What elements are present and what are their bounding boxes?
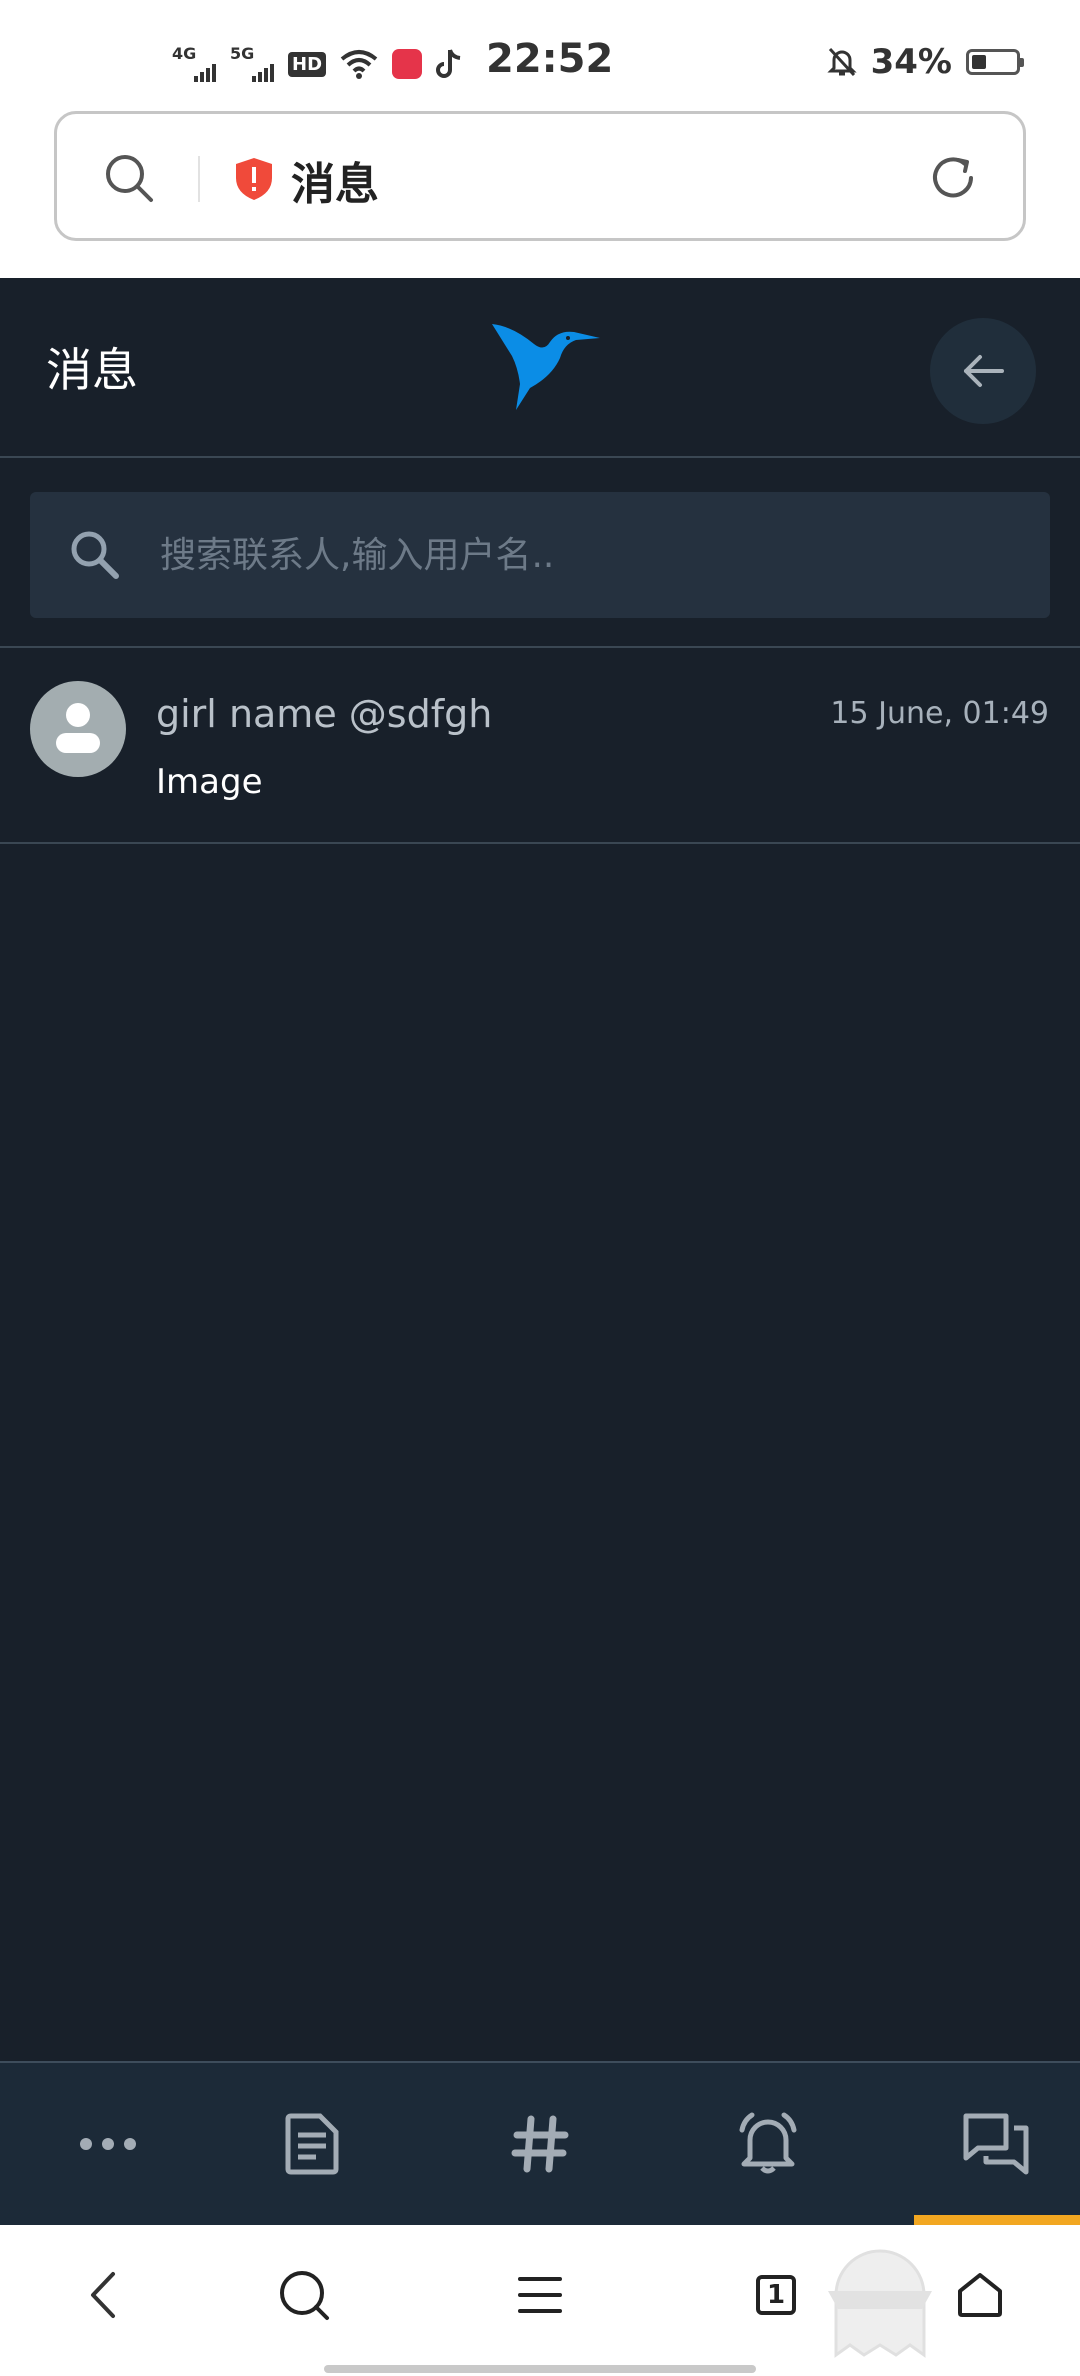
browser-tabs-button[interactable]: 1 xyxy=(736,2255,816,2335)
nav-messages[interactable] xyxy=(888,2063,1080,2225)
hashtag-icon xyxy=(511,2115,569,2173)
url-title[interactable]: 消息 xyxy=(291,148,379,212)
document-icon xyxy=(285,2113,339,2175)
silent-bell-icon xyxy=(826,47,857,77)
incognito-ghost-icon xyxy=(828,2249,932,2358)
contact-search[interactable] xyxy=(30,492,1050,618)
home-indicator[interactable] xyxy=(324,2365,756,2373)
security-shield-icon[interactable] xyxy=(233,156,275,202)
conversation-last-message: Image xyxy=(156,762,263,802)
menu-icon xyxy=(518,2277,562,2313)
signal-4g-icon: 4G xyxy=(172,44,216,84)
avatar[interactable] xyxy=(30,681,126,777)
search-icon xyxy=(280,2271,329,2320)
back-button[interactable] xyxy=(930,318,1036,424)
reload-icon[interactable] xyxy=(927,152,979,204)
search-icon[interactable] xyxy=(103,152,155,204)
battery-percent: 34% xyxy=(870,42,952,82)
url-divider xyxy=(198,156,200,202)
browser-bottom-toolbar: 1 xyxy=(0,2225,1080,2376)
status-icons-left: 4G 5G HD xyxy=(172,38,464,90)
app-notification-icon xyxy=(392,49,423,79)
clock: 22:52 xyxy=(486,36,614,82)
status-icons-right: 34% xyxy=(826,42,1024,82)
arrow-left-icon xyxy=(964,355,1004,387)
signal-5g-icon: 5G xyxy=(230,44,274,84)
contact-search-input[interactable] xyxy=(160,492,1020,618)
hd-badge: HD xyxy=(288,51,327,77)
nav-notifications[interactable] xyxy=(660,2063,876,2225)
nav-posts[interactable] xyxy=(204,2063,420,2225)
app-header: 消息 xyxy=(0,278,1080,458)
tab-count: 1 xyxy=(756,2275,796,2315)
wifi-icon xyxy=(340,50,378,79)
nav-more[interactable] xyxy=(0,2063,216,2225)
browser-search-button[interactable] xyxy=(264,2255,344,2335)
home-icon xyxy=(958,2273,1002,2317)
messages-icon xyxy=(963,2113,1029,2175)
conversation-name: girl name @sdfgh xyxy=(156,692,493,736)
messages-app: 消息 girl name @sdfgh 15 June, 01:49 Image xyxy=(0,278,1080,2225)
nav-explore[interactable] xyxy=(432,2063,648,2225)
conversation-item[interactable]: girl name @sdfgh 15 June, 01:49 Image xyxy=(0,648,1080,844)
tiktok-icon xyxy=(436,49,461,78)
browser-menu-button[interactable] xyxy=(500,2255,580,2335)
chevron-left-icon xyxy=(91,2272,115,2318)
active-tab-indicator xyxy=(914,2215,1080,2225)
hummingbird-logo-icon[interactable] xyxy=(490,318,602,414)
signal-5g-label: 5G xyxy=(230,44,255,63)
notifications-icon xyxy=(739,2112,797,2174)
more-icon xyxy=(80,2138,136,2150)
browser-home-button[interactable] xyxy=(940,2255,1020,2335)
page-title: 消息 xyxy=(46,343,138,397)
signal-4g-label: 4G xyxy=(172,44,197,63)
browser-back-button[interactable] xyxy=(62,2255,142,2335)
bottom-nav xyxy=(0,2061,1080,2225)
status-bar: 4G 5G HD 22:52 34% xyxy=(0,0,1080,110)
search-icon xyxy=(71,531,119,579)
conversation-timestamp: 15 June, 01:49 xyxy=(830,696,1049,731)
browser-url-bar[interactable]: 消息 xyxy=(54,111,1026,241)
battery-icon xyxy=(966,49,1024,75)
